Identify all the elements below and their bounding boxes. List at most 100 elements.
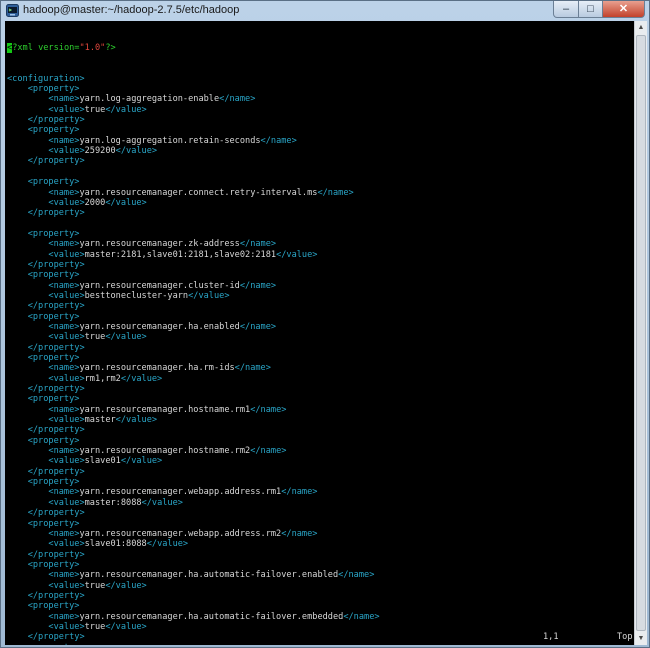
xml-tag: </property> bbox=[27, 342, 85, 353]
element-text bbox=[7, 146, 48, 156]
editor-line: <value>rm1,rm2</value> bbox=[7, 374, 400, 384]
xml-tag: <property> bbox=[27, 311, 80, 322]
element-text: yarn.resourcemanager.connect.retry-inter… bbox=[79, 187, 318, 198]
element-text: true bbox=[84, 580, 106, 591]
editor-line: <property> bbox=[7, 353, 400, 363]
xml-tag: <name> bbox=[48, 187, 80, 198]
element-text bbox=[7, 281, 48, 291]
vertical-scrollbar[interactable]: ▲ ▼ bbox=[634, 21, 647, 645]
element-text bbox=[7, 156, 28, 166]
element-text: master bbox=[84, 415, 116, 426]
editor-line: <configuration> bbox=[7, 74, 400, 84]
element-text bbox=[7, 343, 28, 353]
xml-tag: <name> bbox=[48, 135, 80, 146]
xml-tag: <value> bbox=[48, 456, 85, 467]
editor-line: <value>besttonecluster-yarn</value> bbox=[7, 291, 400, 301]
element-text bbox=[7, 94, 48, 104]
xml-tag: <value> bbox=[48, 104, 85, 115]
xml-tag: </value> bbox=[105, 621, 147, 632]
editor-line: <property> bbox=[7, 394, 400, 404]
editor-line: <value>2000</value> bbox=[7, 198, 400, 208]
cursor-position: 1,1 bbox=[543, 632, 559, 642]
editor-line: <value>master:2181,slave01:2181,slave02:… bbox=[7, 250, 400, 260]
title-bar[interactable]: hadoop@master:~/hadoop-2.7.5/etc/hadoop … bbox=[1, 1, 649, 21]
element-text: yarn.resourcemanager.ha.enabled bbox=[79, 321, 240, 332]
xml-tag: <name> bbox=[48, 570, 80, 581]
element-text bbox=[7, 539, 48, 549]
xml-tag: </property> bbox=[27, 590, 85, 601]
xml-decl-version: "1.0" bbox=[79, 42, 106, 53]
xml-tag: <value> bbox=[48, 580, 85, 591]
element-text: yarn.resourcemanager.ha.rm-ids bbox=[79, 363, 235, 374]
element-text bbox=[7, 601, 28, 611]
element-text: true bbox=[84, 621, 106, 632]
xml-tag: <name> bbox=[48, 528, 80, 539]
element-text bbox=[7, 105, 48, 115]
editor-line: </property> bbox=[7, 343, 400, 353]
element-text bbox=[7, 560, 28, 570]
editor-line: <property> bbox=[7, 519, 400, 529]
editor-line: <name>yarn.log-aggregation.retain-second… bbox=[7, 136, 400, 146]
element-text bbox=[7, 177, 28, 187]
scrollbar-thumb[interactable] bbox=[636, 35, 646, 631]
xml-tag: <name> bbox=[48, 404, 80, 415]
xml-tag: <value> bbox=[48, 249, 85, 260]
maximize-button[interactable]: □ bbox=[578, 1, 603, 18]
editor-line: <value>slave01</value> bbox=[7, 456, 400, 466]
element-text bbox=[7, 405, 48, 415]
xml-tag: </name> bbox=[239, 239, 277, 250]
xml-tag: <property> bbox=[27, 601, 80, 612]
editor-line: <value>259200</value> bbox=[7, 146, 400, 156]
scroll-up-arrow-icon[interactable]: ▲ bbox=[635, 21, 647, 34]
xml-tag: </name> bbox=[219, 94, 256, 105]
element-text bbox=[7, 312, 28, 322]
element-text: slave01:8088 bbox=[84, 539, 147, 550]
editor-line: <name>yarn.resourcemanager.webapp.addres… bbox=[7, 529, 400, 539]
element-text bbox=[7, 612, 48, 622]
editor-line: <name>yarn.resourcemanager.connect.retry… bbox=[7, 188, 400, 198]
terminal-area[interactable]: <?xml version="1.0"?> <configuration> <p… bbox=[5, 21, 634, 645]
editor-line: </property> bbox=[7, 550, 400, 560]
scroll-indicator: Top bbox=[617, 632, 633, 642]
element-text: master:2181,slave01:2181,slave02:2181 bbox=[84, 249, 277, 260]
xml-tag: <property> bbox=[27, 84, 80, 95]
editor-line: <property> bbox=[7, 312, 400, 322]
xml-tag: <configuration> bbox=[7, 73, 85, 84]
editor-line: <value>true</value> bbox=[7, 105, 400, 115]
xml-tag: </value> bbox=[141, 497, 183, 508]
element-text bbox=[7, 332, 48, 342]
editor-line: <name>yarn.resourcemanager.ha.rm-ids</na… bbox=[7, 363, 400, 373]
element-text bbox=[7, 188, 48, 198]
element-text: slave01 bbox=[84, 456, 121, 467]
element-text: yarn.log-aggregation.retain-seconds bbox=[79, 135, 261, 146]
element-text bbox=[7, 467, 28, 477]
xml-tag: </value> bbox=[120, 456, 163, 467]
xml-tag: </name> bbox=[250, 404, 287, 415]
element-text: yarn.resourcemanager.ha.automatic-failov… bbox=[79, 611, 344, 622]
element-text bbox=[7, 487, 48, 497]
element-text: yarn.resourcemanager.webapp.address.rm1 bbox=[79, 487, 282, 498]
editor-line: <name>yarn.resourcemanager.ha.automatic-… bbox=[7, 570, 400, 580]
scroll-down-arrow-icon[interactable]: ▼ bbox=[635, 632, 647, 645]
editor-buffer[interactable]: <?xml version="1.0"?> <configuration> <p… bbox=[7, 22, 400, 645]
element-text bbox=[7, 322, 48, 332]
xml-tag: </value> bbox=[115, 146, 158, 157]
element-text: master:8088 bbox=[84, 497, 142, 508]
editor-line: <value>true</value> bbox=[7, 332, 400, 342]
minimize-button[interactable]: – bbox=[553, 1, 579, 18]
editor-line: <value>master</value> bbox=[7, 415, 400, 425]
editor-line: </property> bbox=[7, 425, 400, 435]
close-button[interactable]: ✕ bbox=[602, 1, 645, 18]
editor-line: <property> bbox=[7, 270, 400, 280]
xml-tag: </value> bbox=[105, 332, 147, 343]
xml-tag: <property> bbox=[27, 435, 80, 446]
element-text: yarn.resourcemanager.ha.automatic-failov… bbox=[79, 570, 339, 581]
element-text bbox=[7, 622, 48, 632]
editor-line: <property> bbox=[7, 436, 400, 446]
editor-line: </property> bbox=[7, 260, 400, 270]
xml-tag: </value> bbox=[120, 373, 163, 384]
xml-tag: <name> bbox=[48, 239, 80, 250]
element-text bbox=[7, 84, 28, 94]
